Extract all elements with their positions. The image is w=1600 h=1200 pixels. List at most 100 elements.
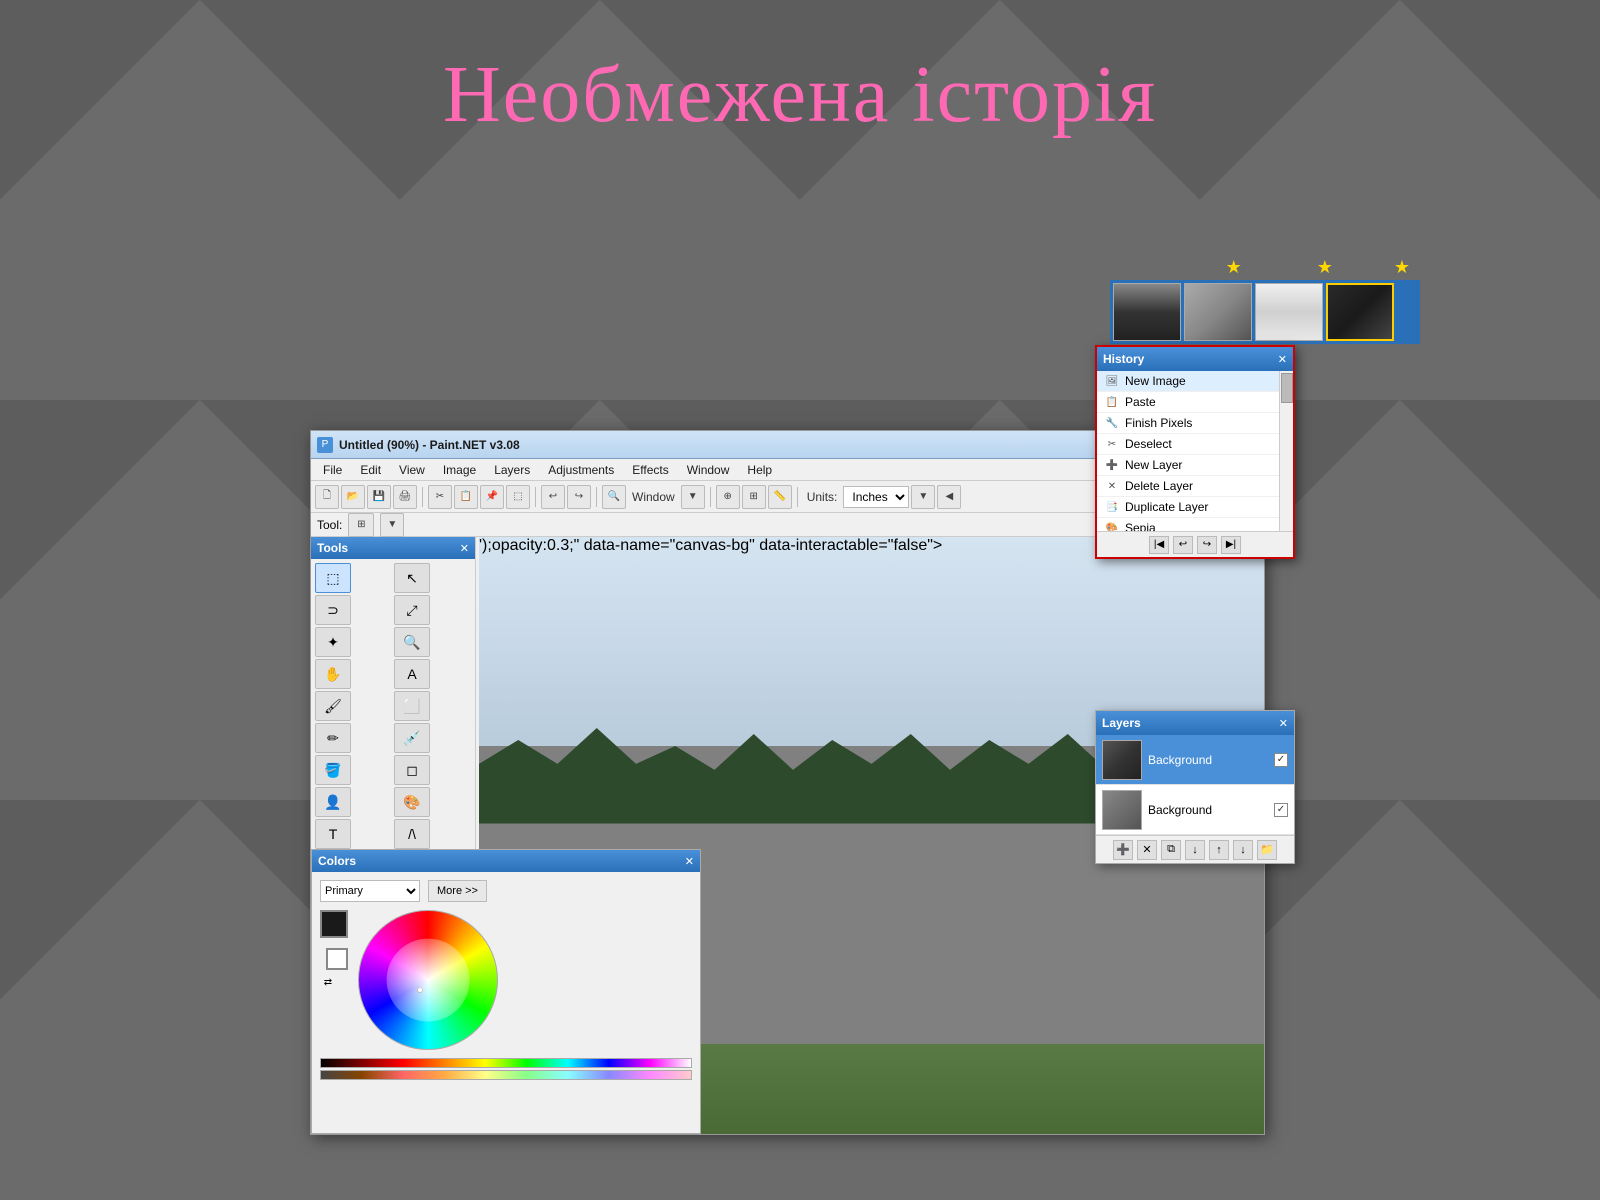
history-item-paste[interactable]: 📋 Paste [1097,392,1293,413]
tool-pencil[interactable]: ✏ [315,723,351,753]
history-item-new-layer[interactable]: ➕ New Layer [1097,455,1293,476]
tool-select-arrow[interactable]: ↖ [394,563,430,593]
toolbar-deselect[interactable]: ⬚ [506,485,530,509]
window-title: Untitled (90%) - Paint.NET v3.08 [339,438,520,452]
toolbar-new[interactable]: 🗋 [315,485,339,509]
menu-edit[interactable]: Edit [352,461,389,479]
toolbar-print[interactable]: 🖨 [393,485,417,509]
toolbar-redo[interactable]: ↪ [567,485,591,509]
toolbar-extra2[interactable]: ◀ [937,485,961,509]
layer-delete-btn[interactable]: ✕ [1137,840,1157,860]
thumbnail-2[interactable] [1184,283,1252,341]
tool-magic-wand[interactable]: ✦ [315,627,351,657]
tool-move[interactable]: ⤢ [394,595,430,625]
history-icon-finish-pixels: 🔧 [1105,416,1119,430]
history-scrollbar[interactable] [1279,371,1293,531]
layers-close[interactable]: ✕ [1279,717,1288,730]
toolbar-sep3 [596,487,597,507]
tool-eraser[interactable]: ⬜ [394,691,430,721]
tool-brush[interactable]: 🖌 [315,691,351,721]
color-wheel-area: ⇄ [320,910,692,1050]
units-select[interactable]: Inches Pixels cm [843,486,909,508]
tool-pan[interactable]: ✋ [315,659,351,689]
history-last-btn[interactable]: ▶| [1221,536,1241,554]
toolbar-paste[interactable]: 📌 [480,485,504,509]
menu-layers[interactable]: Layers [486,461,538,479]
thumbnail-3[interactable] [1255,283,1323,341]
layer-move-up-btn[interactable]: ↑ [1209,840,1229,860]
toolbar-copy[interactable]: 📋 [454,485,478,509]
history-item-delete-layer[interactable]: ✕ Delete Layer [1097,476,1293,497]
history-item-deselect[interactable]: ✂ Deselect [1097,434,1293,455]
history-item-new-image[interactable]: 🖼 New Image [1097,371,1293,392]
tool-color-replace[interactable]: 🎨 [394,787,430,817]
layer-check-1[interactable]: ✓ [1274,753,1288,767]
toolbar-window-dropdown[interactable]: ▼ [681,485,705,509]
history-item-sepia[interactable]: 🎨 Sepia [1097,518,1293,531]
toolbar-open[interactable]: 📂 [341,485,365,509]
layer-item-1[interactable]: Background ✓ [1096,735,1294,785]
history-forward-btn[interactable]: ↪ [1197,536,1217,554]
layer-duplicate-btn[interactable]: ⧉ [1161,840,1181,860]
menu-effects[interactable]: Effects [624,461,676,479]
tool-select-rect[interactable]: ⬚ [315,563,351,593]
toolbar-cut[interactable]: ✂ [428,485,452,509]
layer-check-2[interactable]: ✓ [1274,803,1288,817]
toolbar-rulers[interactable]: 📏 [768,485,792,509]
tool-fill[interactable]: 🪣 [315,755,351,785]
layer-name-1: Background [1148,753,1268,767]
color-palette-strip2[interactable] [320,1070,692,1080]
layer-properties-btn[interactable]: 📁 [1257,840,1277,860]
tool-shapes[interactable]: ◻ [394,755,430,785]
tool-text[interactable]: A [394,659,430,689]
history-close[interactable]: ✕ [1278,353,1287,366]
toolbar-save[interactable]: 💾 [367,485,391,509]
layers-header-text: Layers [1102,716,1141,730]
menu-adjustments[interactable]: Adjustments [540,461,622,479]
color-mode-select[interactable]: Primary Secondary [320,880,420,902]
layer-merge-btn[interactable]: ↓ [1185,840,1205,860]
tool-label: Tool: [317,518,342,532]
toolbar-undo[interactable]: ↩ [541,485,565,509]
history-scroll-thumb[interactable] [1281,373,1293,403]
history-first-btn[interactable]: |◀ [1149,536,1169,554]
more-button[interactable]: More >> [428,880,487,902]
menu-window[interactable]: Window [679,461,738,479]
tool-clone[interactable]: 👤 [315,787,351,817]
tool-current[interactable]: ⊞ [348,513,374,537]
background-swatch[interactable] [326,948,348,970]
color-palette-strip1[interactable] [320,1058,692,1068]
swap-colors-button[interactable]: ⇄ [320,974,336,990]
history-item-duplicate-layer[interactable]: 📑 Duplicate Layer [1097,497,1293,518]
menu-help[interactable]: Help [739,461,780,479]
history-item-finish-pixels[interactable]: 🔧 Finish Pixels [1097,413,1293,434]
toolbar-zoom-out[interactable]: 🔍 [602,485,626,509]
colors-header: Colors ✕ [312,850,700,872]
layer-add-btn[interactable]: ➕ [1113,840,1133,860]
tool-text2[interactable]: T [315,819,351,849]
colors-close[interactable]: ✕ [685,855,694,868]
history-label-new-image: New Image [1125,374,1186,388]
toolbar-grid[interactable]: ⊞ [742,485,766,509]
star-icon-3: ★ [1394,257,1410,278]
tool-dropdown[interactable]: ▼ [380,513,404,537]
tool-lasso[interactable]: ⊃ [315,595,351,625]
thumbnail-1[interactable] [1113,283,1181,341]
tool-zoom[interactable]: 🔍 [394,627,430,657]
toolbar-zoom-fit[interactable]: ⊕ [716,485,740,509]
history-back-btn[interactable]: ↩ [1173,536,1193,554]
tools-close[interactable]: ✕ [460,542,469,555]
color-wheel[interactable] [358,910,498,1050]
layer-item-2[interactable]: Background ✓ [1096,785,1294,835]
star-icon-1: ★ [1226,257,1242,278]
tool-eyedropper[interactable]: 💉 [394,723,430,753]
thumbnail-4-active[interactable] [1326,283,1394,341]
toolbar-extra1[interactable]: ▼ [911,485,935,509]
tool-curve[interactable]: /\ [394,819,430,849]
menu-image[interactable]: Image [435,461,484,479]
layer-move-down-btn[interactable]: ↓ [1233,840,1253,860]
menu-view[interactable]: View [391,461,433,479]
history-icon-new-layer: ➕ [1105,458,1119,472]
foreground-swatch[interactable] [320,910,348,938]
menu-file[interactable]: File [315,461,350,479]
